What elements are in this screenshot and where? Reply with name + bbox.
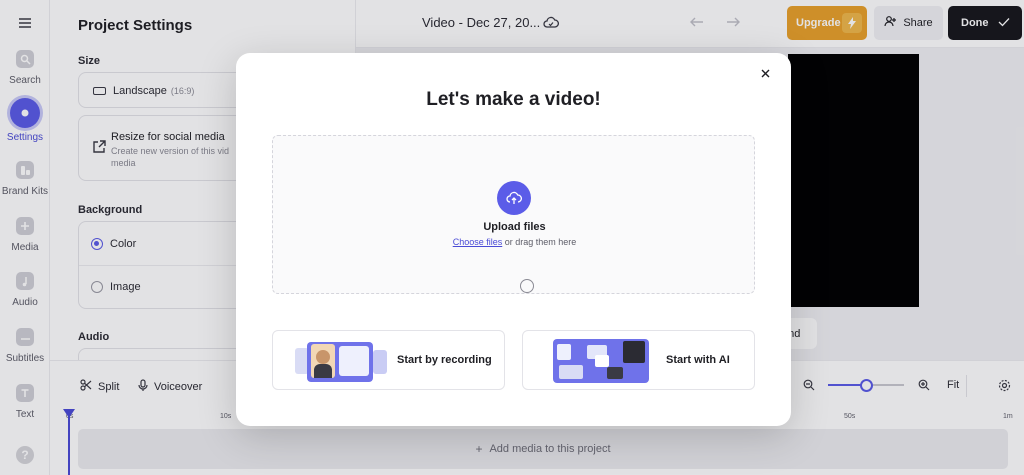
start-recording-label: Start by recording <box>397 354 492 366</box>
upload-icon[interactable] <box>497 181 531 215</box>
drag-text: or drag them here <box>502 237 577 247</box>
start-ai-option[interactable]: Start with AI <box>522 330 755 390</box>
close-icon[interactable] <box>758 66 772 80</box>
upload-dropzone[interactable]: Upload files Choose files or drag them h… <box>272 135 755 294</box>
recording-illustration <box>295 340 389 382</box>
choose-files-link[interactable]: Choose files <box>453 237 503 247</box>
start-recording-option[interactable]: Start by recording <box>272 330 505 390</box>
upload-title: Upload files <box>483 221 546 233</box>
start-ai-label: Start with AI <box>666 354 730 366</box>
modal-title: Let's make a video! <box>426 89 601 110</box>
upload-subtitle: Choose files or drag them here <box>273 237 756 247</box>
loading-spinner <box>520 279 534 293</box>
ai-illustration <box>553 339 649 383</box>
new-video-modal: Let's make a video! Upload files Choose … <box>236 53 791 426</box>
